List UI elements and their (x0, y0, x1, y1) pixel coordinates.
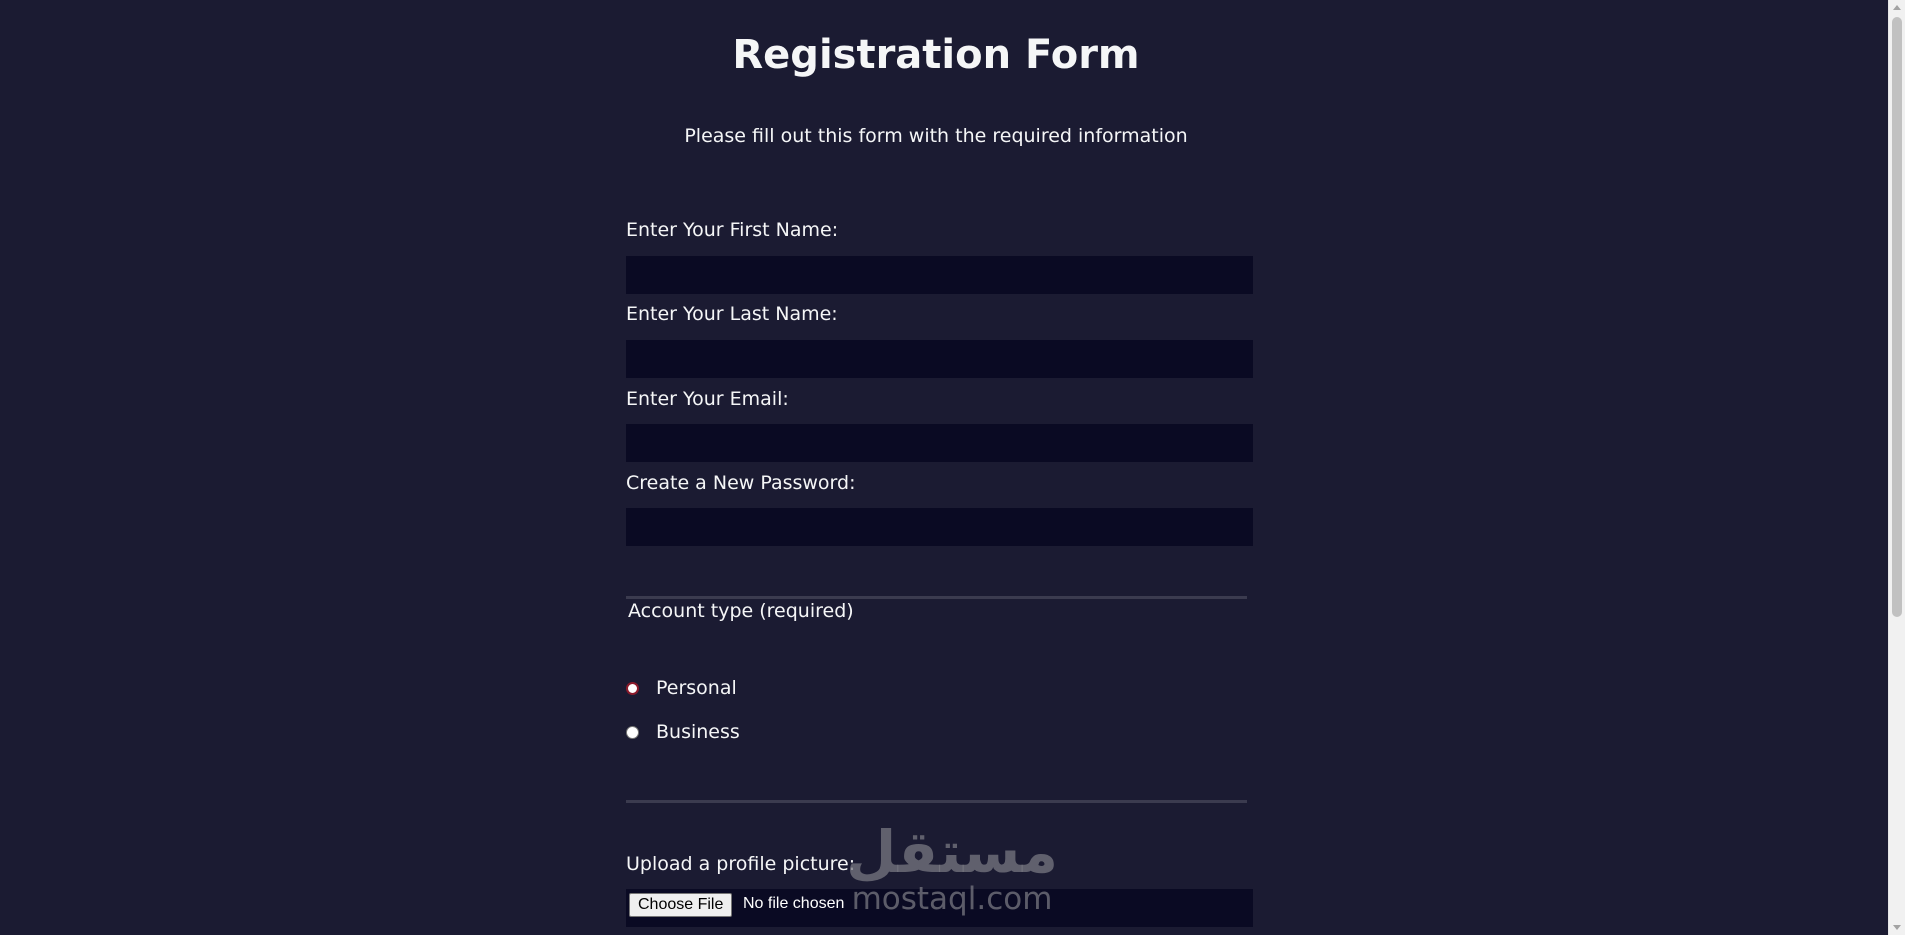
upload-label: Upload a profile picture: (626, 853, 856, 875)
radio-business[interactable]: Business (626, 721, 740, 743)
scroll-down-arrow-icon[interactable] (1893, 925, 1901, 930)
vertical-scrollbar[interactable] (1888, 0, 1905, 935)
fieldset-top-border (626, 596, 1247, 599)
email-label: Enter Your Email: (626, 388, 789, 410)
registration-page: Registration Form Please fill out this f… (0, 0, 1905, 935)
radio-personal-button[interactable] (626, 681, 639, 695)
password-label: Create a New Password: (626, 472, 856, 494)
first-name-label: Enter Your First Name: (626, 219, 839, 241)
password-input[interactable] (626, 508, 1253, 546)
radio-personal-label: Personal (656, 677, 737, 699)
file-status-text: No file chosen (743, 895, 845, 912)
radio-business-label: Business (656, 721, 740, 743)
radio-personal[interactable]: Personal (626, 677, 737, 699)
page-title: Registration Form (732, 32, 1140, 78)
watermark-arabic-text: مستقل (845, 818, 1059, 886)
scroll-up-arrow-icon[interactable] (1893, 5, 1901, 10)
account-type-legend: Account type (required) (628, 600, 854, 622)
last-name-label: Enter Your Last Name: (626, 303, 838, 325)
email-input[interactable] (626, 424, 1253, 462)
first-name-input[interactable] (626, 256, 1253, 294)
last-name-input[interactable] (626, 340, 1253, 378)
radio-business-button[interactable] (626, 725, 639, 739)
fieldset-bottom-border (626, 800, 1247, 803)
choose-file-button[interactable]: Choose File (629, 893, 733, 917)
scroll-thumb[interactable] (1892, 17, 1902, 617)
file-upload-field[interactable]: Choose File No file chosen (626, 889, 1253, 927)
page-subtitle: Please fill out this form with the requi… (684, 125, 1188, 147)
